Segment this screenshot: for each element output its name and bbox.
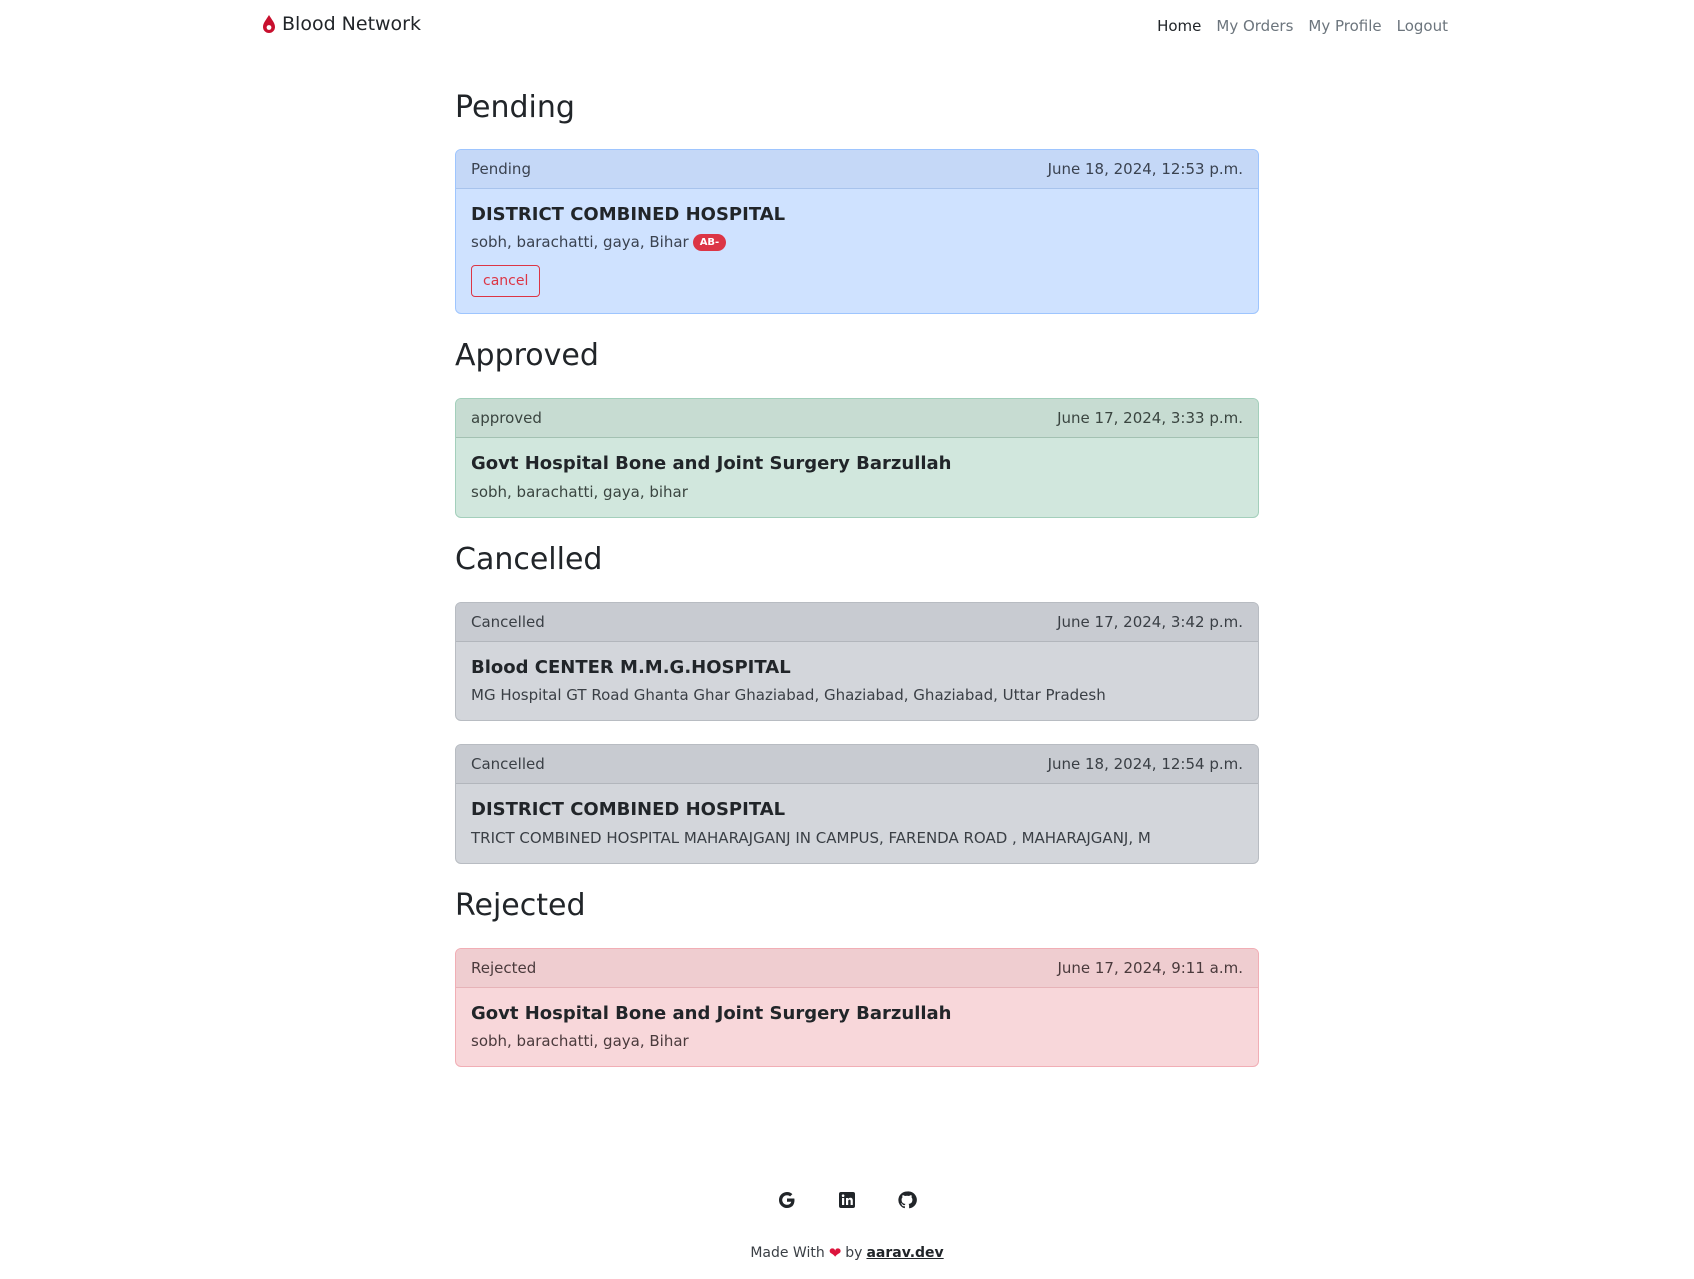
- nav-my-profile[interactable]: My Profile: [1308, 17, 1381, 35]
- card-body: DISTRICT COMBINED HOSPITAL sobh, baracha…: [456, 189, 1258, 313]
- order-date: June 17, 2024, 9:11 a.m.: [1057, 958, 1243, 977]
- card-header: Rejected June 17, 2024, 9:11 a.m.: [456, 948, 1258, 988]
- card-body: Govt Hospital Bone and Joint Surgery Bar…: [456, 988, 1258, 1066]
- nav-home[interactable]: Home: [1157, 17, 1201, 35]
- by-text: by: [845, 1245, 863, 1261]
- hospital-name: DISTRICT COMBINED HOSPITAL: [471, 204, 786, 225]
- card-body: Blood CENTER M.M.G.HOSPITAL MG Hospital …: [456, 642, 1258, 720]
- section-title-cancelled: Cancelled: [455, 541, 603, 577]
- brand-link[interactable]: Blood Network: [262, 13, 421, 35]
- order-date: June 17, 2024, 3:42 p.m.: [1057, 612, 1243, 631]
- orders-main: Pending Pending June 18, 2024, 12:53 p.m…: [455, 90, 1259, 1067]
- card-header: Cancelled June 18, 2024, 12:54 p.m.: [456, 745, 1258, 785]
- address-text: sobh, barachatti, gaya, bihar: [471, 482, 688, 501]
- brand-name: Blood Network: [282, 13, 421, 35]
- blood-group-badge: AB-: [692, 233, 727, 251]
- address-text: MG Hospital GT Road Ghanta Ghar Ghaziaba…: [471, 686, 1106, 705]
- order-card-rejected: Rejected June 17, 2024, 9:11 a.m. Govt H…: [455, 947, 1259, 1067]
- heart-icon: ❤: [828, 1244, 842, 1262]
- hospital-name: Govt Hospital Bone and Joint Surgery Bar…: [471, 1002, 952, 1024]
- hospital-name: Blood CENTER M.M.G.HOSPITAL: [471, 656, 791, 678]
- order-date: June 18, 2024, 12:54 p.m.: [1047, 755, 1243, 774]
- blood-drop-icon: [263, 15, 275, 33]
- hospital-address: sobh, barachatti, gaya, Bihar: [471, 1032, 1243, 1050]
- navbar: Blood Network Home My Orders My Profile …: [0, 0, 1694, 54]
- order-status: approved: [471, 409, 542, 428]
- order-card-cancelled: Cancelled June 18, 2024, 12:54 p.m. DIST…: [455, 744, 1259, 864]
- author-link[interactable]: aarav.dev: [866, 1245, 943, 1261]
- section-title-approved: Approved: [455, 338, 599, 374]
- made-with-credit: Made With ❤ by aarav.dev: [0, 1244, 1694, 1262]
- linkedin-icon: [839, 1192, 855, 1208]
- order-card-pending: Pending June 18, 2024, 12:53 p.m. DISTRI…: [455, 149, 1259, 315]
- hospital-address: MG Hospital GT Road Ghanta Ghar Ghaziaba…: [471, 686, 1243, 704]
- card-body: DISTRICT COMBINED HOSPITAL TRICT COMBINE…: [456, 784, 1258, 862]
- google-icon: [779, 1192, 795, 1208]
- hospital-name: Govt Hospital Bone and Joint Surgery Bar…: [471, 453, 952, 475]
- order-status: Pending: [471, 160, 531, 178]
- card-header: Cancelled June 17, 2024, 3:42 p.m.: [456, 602, 1258, 642]
- hospital-address: sobh, barachatti, gaya, Bihar AB-: [471, 233, 1243, 251]
- card-body: Govt Hospital Bone and Joint Surgery Bar…: [456, 438, 1258, 516]
- order-card-cancelled: Cancelled June 17, 2024, 3:42 p.m. Blood…: [455, 601, 1259, 722]
- made-with-text: Made With: [750, 1245, 825, 1261]
- address-text: sobh, barachatti, gaya, Bihar: [471, 233, 689, 252]
- nav-links: Home My Orders My Profile Logout: [1157, 17, 1448, 35]
- order-date: June 18, 2024, 12:53 p.m.: [1047, 160, 1243, 178]
- cancel-order-button[interactable]: cancel: [471, 265, 541, 298]
- github-icon: [898, 1191, 917, 1209]
- hospital-address: TRICT COMBINED HOSPITAL MAHARAJGANJ IN C…: [471, 829, 1243, 847]
- order-status: Cancelled: [471, 612, 545, 631]
- address-text: sobh, barachatti, gaya, Bihar: [471, 1031, 689, 1050]
- linkedin-link[interactable]: [837, 1190, 857, 1214]
- section-title-pending: Pending: [455, 90, 575, 125]
- order-status: Cancelled: [471, 755, 545, 774]
- card-header: approved June 17, 2024, 3:33 p.m.: [456, 399, 1258, 439]
- order-status: Rejected: [471, 958, 537, 977]
- card-header: Pending June 18, 2024, 12:53 p.m.: [456, 150, 1258, 189]
- hospital-address: sobh, barachatti, gaya, bihar: [471, 483, 1243, 501]
- nav-logout[interactable]: Logout: [1397, 17, 1448, 35]
- section-title-rejected: Rejected: [455, 887, 586, 923]
- address-text: TRICT COMBINED HOSPITAL MAHARAJGANJ IN C…: [471, 828, 1151, 847]
- google-link[interactable]: [777, 1190, 797, 1214]
- social-links: [0, 1190, 1694, 1214]
- order-date: June 17, 2024, 3:33 p.m.: [1057, 409, 1243, 428]
- github-link[interactable]: [897, 1190, 917, 1214]
- hospital-name: DISTRICT COMBINED HOSPITAL: [471, 799, 786, 821]
- footer: Made With ❤ by aarav.dev: [0, 1190, 1694, 1262]
- order-card-approved: approved June 17, 2024, 3:33 p.m. Govt H…: [455, 398, 1259, 518]
- nav-my-orders[interactable]: My Orders: [1216, 17, 1293, 35]
